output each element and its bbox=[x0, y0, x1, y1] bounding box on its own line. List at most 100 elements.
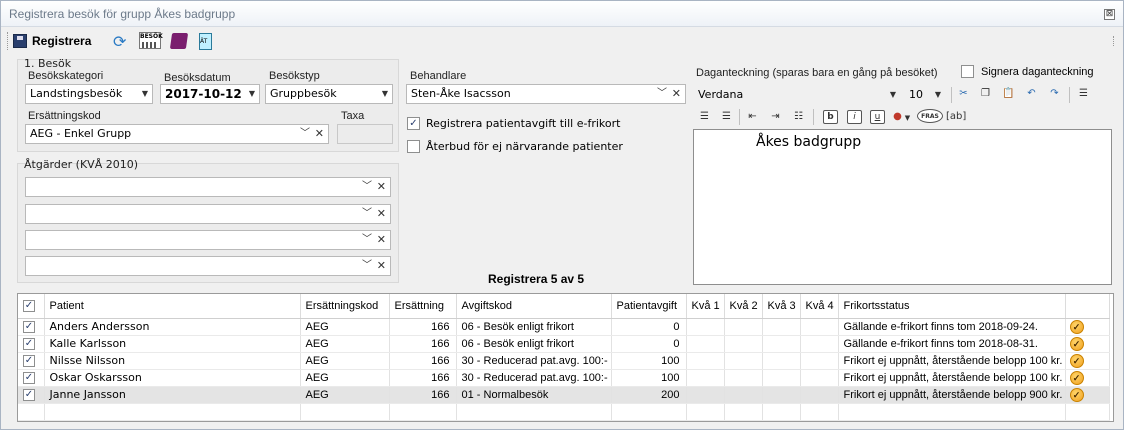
register-button[interactable]: Registrera bbox=[13, 31, 91, 51]
column-header-code[interactable]: Ersättningskod bbox=[300, 294, 390, 319]
column-header-kva2[interactable]: Kvå 2 bbox=[724, 294, 763, 319]
kva3-cell[interactable] bbox=[762, 318, 801, 336]
table-row[interactable]: ✓ Oskar Oskarsson AEG 166 30 - Reducerad… bbox=[18, 369, 1110, 387]
outdent-icon[interactable]: ⇤ bbox=[745, 110, 760, 124]
row-checkbox[interactable]: ✓ bbox=[23, 354, 35, 367]
column-header-status[interactable]: Frikortsstatus bbox=[838, 294, 1066, 319]
redo-icon[interactable]: ↷ bbox=[1047, 87, 1062, 101]
font-name-select[interactable]: Verdana ▼ bbox=[693, 85, 901, 105]
font-size-select[interactable]: 10 ▼ bbox=[904, 85, 946, 105]
chevron-down-icon[interactable]: ﹀ bbox=[362, 205, 372, 223]
field-code-icon[interactable]: [ab] bbox=[946, 110, 966, 124]
paste-icon[interactable]: 📋 bbox=[1001, 87, 1016, 101]
document-icon[interactable]: ÄT bbox=[199, 33, 212, 50]
row-checkbox[interactable]: ✓ bbox=[23, 371, 35, 384]
kva3-cell[interactable] bbox=[762, 335, 801, 353]
clear-icon[interactable]: ✕ bbox=[377, 205, 386, 223]
kva3-cell[interactable] bbox=[762, 386, 801, 404]
row-checkbox[interactable]: ✓ bbox=[23, 337, 35, 350]
align-right-icon[interactable]: ☰ bbox=[719, 110, 734, 124]
table-row[interactable]: ✓ Anders Andersson AEG 166 06 - Besök en… bbox=[18, 318, 1110, 336]
bold-icon[interactable]: b bbox=[823, 110, 838, 124]
row-checkbox[interactable]: ✓ bbox=[23, 388, 35, 401]
italic-icon[interactable]: i bbox=[847, 110, 862, 124]
date-picker[interactable]: 2017-10-12 ▼ bbox=[160, 84, 260, 104]
action-row-2[interactable]: ﹀ ✕ bbox=[25, 204, 391, 224]
underline-icon[interactable]: u bbox=[870, 110, 885, 124]
row-checkbox-cell[interactable]: ✓ bbox=[18, 318, 45, 336]
efrikort-checkbox[interactable]: ✓ bbox=[407, 117, 420, 130]
close-icon[interactable]: ⊠ bbox=[1104, 9, 1115, 20]
column-header-kva1[interactable]: Kvå 1 bbox=[686, 294, 725, 319]
kva3-cell[interactable] bbox=[762, 352, 801, 370]
action-row-1[interactable]: ﹀ ✕ bbox=[25, 177, 391, 197]
clear-icon[interactable]: ✕ bbox=[377, 257, 386, 275]
kva1-cell[interactable] bbox=[686, 369, 725, 387]
table-row[interactable]: ✓ Janne Jansson AEG 166 01 - Normalbesök… bbox=[18, 386, 1110, 404]
kva1-cell[interactable] bbox=[686, 352, 725, 370]
align-justify-icon[interactable]: ☰ bbox=[1076, 87, 1091, 101]
column-header-amount[interactable]: Ersättning bbox=[389, 294, 457, 319]
clear-icon[interactable]: ✕ bbox=[672, 85, 681, 103]
kva2-cell[interactable] bbox=[724, 369, 763, 387]
kva1-cell[interactable] bbox=[686, 386, 725, 404]
chevron-down-icon[interactable]: ﹀ bbox=[362, 231, 372, 249]
copy-icon[interactable]: ❐ bbox=[978, 87, 993, 101]
chevron-down-icon[interactable]: ﹀ bbox=[362, 257, 372, 275]
journal-book-icon[interactable] bbox=[169, 33, 189, 49]
row-checkbox-cell[interactable]: ✓ bbox=[18, 369, 45, 387]
kva4-cell[interactable] bbox=[800, 386, 839, 404]
kva1-cell[interactable] bbox=[686, 318, 725, 336]
clear-icon[interactable]: ✕ bbox=[377, 231, 386, 249]
type-select[interactable]: Gruppbesök ▼ bbox=[265, 84, 393, 104]
row-checkbox-cell[interactable]: ✓ bbox=[18, 335, 45, 353]
table-row[interactable]: ✓ Kalle Karlsson AEG 166 06 - Besök enli… bbox=[18, 335, 1110, 353]
fras-icon[interactable]: FRAS bbox=[917, 109, 943, 123]
patient-name: Anders Andersson bbox=[44, 318, 301, 336]
column-header-kva3[interactable]: Kvå 3 bbox=[762, 294, 801, 319]
kva1-cell[interactable] bbox=[686, 335, 725, 353]
clear-icon[interactable]: ✕ bbox=[315, 125, 324, 143]
chevron-down-icon[interactable]: ﹀ bbox=[657, 85, 667, 103]
column-header-fee[interactable]: Patientavgift bbox=[611, 294, 687, 319]
kva2-cell[interactable] bbox=[724, 335, 763, 353]
kva4-cell[interactable] bbox=[800, 352, 839, 370]
cancellation-checkbox[interactable] bbox=[407, 140, 420, 153]
chevron-down-icon[interactable]: ﹀ bbox=[362, 178, 372, 196]
practitioner-combobox[interactable]: Sten-Åke Isacsson ﹀ ✕ bbox=[406, 84, 686, 104]
column-header-kva4[interactable]: Kvå 4 bbox=[800, 294, 839, 319]
select-all-checkbox[interactable]: ✓ bbox=[23, 299, 35, 312]
visit-list-icon[interactable]: BESÖK bbox=[139, 32, 163, 49]
row-checkbox[interactable]: ✓ bbox=[23, 320, 35, 333]
bullet-list-icon[interactable]: ☷ bbox=[791, 110, 806, 124]
column-header-fee-code[interactable]: Avgiftskod bbox=[456, 294, 612, 319]
status-icon-cell: ✓ bbox=[1065, 386, 1110, 404]
table-row[interactable]: ✓ Nilsse Nilsson AEG 166 30 - Reducerad … bbox=[18, 352, 1110, 370]
chevron-down-icon[interactable]: ﹀ bbox=[300, 125, 310, 143]
kva2-cell[interactable] bbox=[724, 318, 763, 336]
note-editor[interactable]: Åkes badgrupp bbox=[693, 129, 1112, 285]
align-center-icon[interactable]: ☰ bbox=[697, 110, 712, 124]
kva3-cell[interactable] bbox=[762, 369, 801, 387]
sign-note-checkbox[interactable] bbox=[961, 65, 974, 78]
action-row-4[interactable]: ﹀ ✕ bbox=[25, 256, 391, 276]
action-row-3[interactable]: ﹀ ✕ bbox=[25, 230, 391, 250]
patient-name: Nilsse Nilsson bbox=[44, 352, 301, 370]
kva4-cell[interactable] bbox=[800, 318, 839, 336]
color-dropdown-icon[interactable]: ▼ bbox=[903, 111, 912, 125]
cut-icon[interactable]: ✂ bbox=[956, 87, 971, 101]
column-header-patient[interactable]: Patient bbox=[44, 294, 301, 319]
kva4-cell[interactable] bbox=[800, 335, 839, 353]
code-combobox[interactable]: AEG - Enkel Grupp ﹀ ✕ bbox=[25, 124, 329, 144]
category-select[interactable]: Landstingsbesök ▼ bbox=[25, 84, 153, 104]
clear-icon[interactable]: ✕ bbox=[377, 178, 386, 196]
undo-icon[interactable]: ↶ bbox=[1024, 87, 1039, 101]
kva2-cell[interactable] bbox=[724, 352, 763, 370]
indent-icon[interactable]: ⇥ bbox=[768, 110, 783, 124]
row-checkbox-cell[interactable]: ✓ bbox=[18, 352, 45, 370]
kva2-cell[interactable] bbox=[724, 386, 763, 404]
refresh-icon[interactable]: ⟳ bbox=[113, 31, 126, 51]
row-checkbox-cell[interactable]: ✓ bbox=[18, 386, 45, 404]
kva4-cell[interactable] bbox=[800, 369, 839, 387]
select-all-header[interactable]: ✓ bbox=[18, 294, 45, 319]
